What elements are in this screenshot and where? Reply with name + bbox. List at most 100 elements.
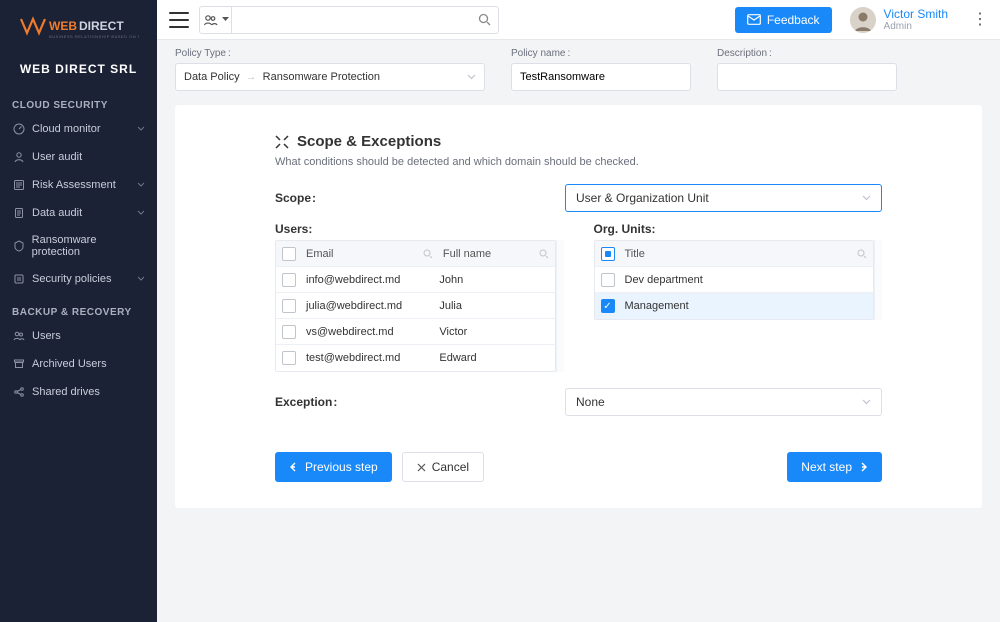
- user-name: Victor: [439, 326, 548, 338]
- search-icon[interactable]: [423, 249, 433, 259]
- search-button[interactable]: [470, 13, 498, 26]
- user-icon: [12, 150, 26, 164]
- policy-desc-label: Description: [717, 48, 897, 59]
- previous-step-button[interactable]: Previous step: [275, 452, 392, 482]
- arrow-next-icon: [858, 462, 868, 472]
- chevron-down-icon: [862, 195, 871, 201]
- sidebar-item-ransomware[interactable]: Ransomware protection: [0, 227, 157, 265]
- org-unit-title: Management: [625, 300, 868, 312]
- sidebar-item-shared-drives[interactable]: Shared drives: [0, 378, 157, 406]
- user-email: info@webdirect.md: [306, 274, 439, 286]
- company-name: WEB DIRECT SRL: [0, 62, 157, 76]
- policy-type-select[interactable]: Data Policy → Ransomware Protection: [175, 63, 485, 91]
- sidebar-item-data-audit[interactable]: Data audit: [0, 199, 157, 227]
- policy-name-input[interactable]: [520, 71, 682, 83]
- button-label: Previous step: [305, 460, 378, 474]
- policy-type-root: Data Policy: [184, 71, 240, 83]
- sidebar-item-security-policies[interactable]: Security policies: [0, 265, 157, 293]
- sidebar-item-archived-users[interactable]: Archived Users: [0, 350, 157, 378]
- row-checkbox[interactable]: [282, 299, 296, 313]
- table-row[interactable]: test@webdirect.md Edward: [276, 345, 555, 371]
- sidebar-item-label: Archived Users: [32, 358, 107, 370]
- global-search: [199, 6, 499, 34]
- exception-select[interactable]: None: [565, 388, 882, 416]
- kebab-menu-icon[interactable]: ⋮: [972, 12, 988, 28]
- policy-bar: Policy Type Data Policy → Ransomware Pro…: [157, 40, 1000, 99]
- panel-title: Scope & Exceptions: [275, 133, 882, 150]
- sidebar-item-risk-assessment[interactable]: Risk Assessment: [0, 171, 157, 199]
- shield-icon: [12, 239, 26, 253]
- sidebar-section-backup: BACKUP & RECOVERY: [0, 307, 157, 322]
- table-row[interactable]: Management: [595, 293, 874, 319]
- scope-select[interactable]: User & Organization Unit: [565, 184, 882, 212]
- search-icon[interactable]: [539, 249, 549, 259]
- exception-value: None: [576, 395, 605, 409]
- archive-icon: [12, 357, 26, 371]
- brand-logo: WEB DIRECT BUSINESS RELATIONSHIP BASED O…: [19, 15, 139, 41]
- scope-value: User & Organization Unit: [576, 191, 709, 205]
- table-row[interactable]: info@webdirect.md John: [276, 267, 555, 293]
- policy-name-label: Policy name: [511, 48, 691, 59]
- users-icon: [203, 14, 219, 26]
- table-row[interactable]: vs@webdirect.md Victor: [276, 319, 555, 345]
- sidebar-section-cloud: CLOUD SECURITY: [0, 100, 157, 115]
- cancel-button[interactable]: Cancel: [402, 452, 484, 482]
- row-checkbox[interactable]: [282, 351, 296, 365]
- logo: WEB DIRECT BUSINESS RELATIONSHIP BASED O…: [0, 10, 157, 60]
- list-icon: [12, 178, 26, 192]
- user-name: John: [439, 274, 548, 286]
- users-table: Email Full name info@webdirect.md John: [275, 240, 556, 372]
- button-label: Cancel: [432, 460, 469, 474]
- select-all-checkbox[interactable]: [601, 247, 615, 261]
- table-row[interactable]: julia@webdirect.md Julia: [276, 293, 555, 319]
- gauge-icon: [12, 122, 26, 136]
- scrollbar[interactable]: [556, 240, 564, 372]
- search-scope-button[interactable]: [200, 7, 232, 33]
- sidebar-item-user-audit[interactable]: User audit: [0, 143, 157, 171]
- search-icon[interactable]: [857, 249, 867, 259]
- sidebar-item-label: Users: [32, 330, 61, 342]
- row-checkbox[interactable]: [601, 299, 615, 313]
- table-row[interactable]: Dev department: [595, 267, 874, 293]
- scrollbar[interactable]: [874, 240, 882, 320]
- policy-type-leaf: Ransomware Protection: [263, 71, 380, 83]
- hamburger-icon[interactable]: [169, 12, 189, 28]
- scope-panel: Scope & Exceptions What conditions shoul…: [175, 105, 982, 508]
- row-checkbox[interactable]: [282, 325, 296, 339]
- sidebar-item-cloud-monitor[interactable]: Cloud monitor: [0, 115, 157, 143]
- sidebar-item-users[interactable]: Users: [0, 322, 157, 350]
- scope-label: Scope: [275, 191, 565, 205]
- user-email: julia@webdirect.md: [306, 300, 439, 312]
- search-icon: [478, 13, 491, 26]
- file-icon: [12, 206, 26, 220]
- user-name: Victor Smith: [884, 7, 948, 21]
- row-checkbox[interactable]: [601, 273, 615, 287]
- sidebar-item-label: Risk Assessment: [32, 179, 116, 191]
- collapse-icon: [275, 135, 289, 149]
- button-label: Next step: [801, 460, 852, 474]
- sidebar-item-label: Ransomware protection: [32, 234, 145, 258]
- policy-type-label: Policy Type: [175, 48, 485, 59]
- sidebar-item-label: User audit: [32, 151, 82, 163]
- next-step-button[interactable]: Next step: [787, 452, 882, 482]
- topbar: Feedback Victor Smith Admin ⋮: [157, 0, 1000, 40]
- policy-desc-input[interactable]: [726, 71, 888, 83]
- row-checkbox[interactable]: [282, 273, 296, 287]
- main: Feedback Victor Smith Admin ⋮ Policy Typ…: [157, 0, 1000, 622]
- sidebar-item-label: Cloud monitor: [32, 123, 100, 135]
- user-role: Admin: [884, 21, 948, 32]
- search-input[interactable]: [232, 13, 470, 27]
- select-all-checkbox[interactable]: [282, 247, 296, 261]
- mail-icon: [747, 14, 761, 25]
- chevron-down-icon: [862, 399, 871, 405]
- user-email: test@webdirect.md: [306, 352, 439, 364]
- users-header-email: Email: [306, 248, 423, 260]
- close-icon: [417, 463, 426, 472]
- arrow-prev-icon: [289, 462, 299, 472]
- feedback-label: Feedback: [767, 13, 820, 27]
- chevron-down-icon: [467, 74, 476, 80]
- arrow-right-icon: →: [246, 71, 257, 83]
- sidebar-item-label: Data audit: [32, 207, 82, 219]
- feedback-button[interactable]: Feedback: [735, 7, 832, 33]
- user-block[interactable]: Victor Smith Admin: [850, 7, 948, 33]
